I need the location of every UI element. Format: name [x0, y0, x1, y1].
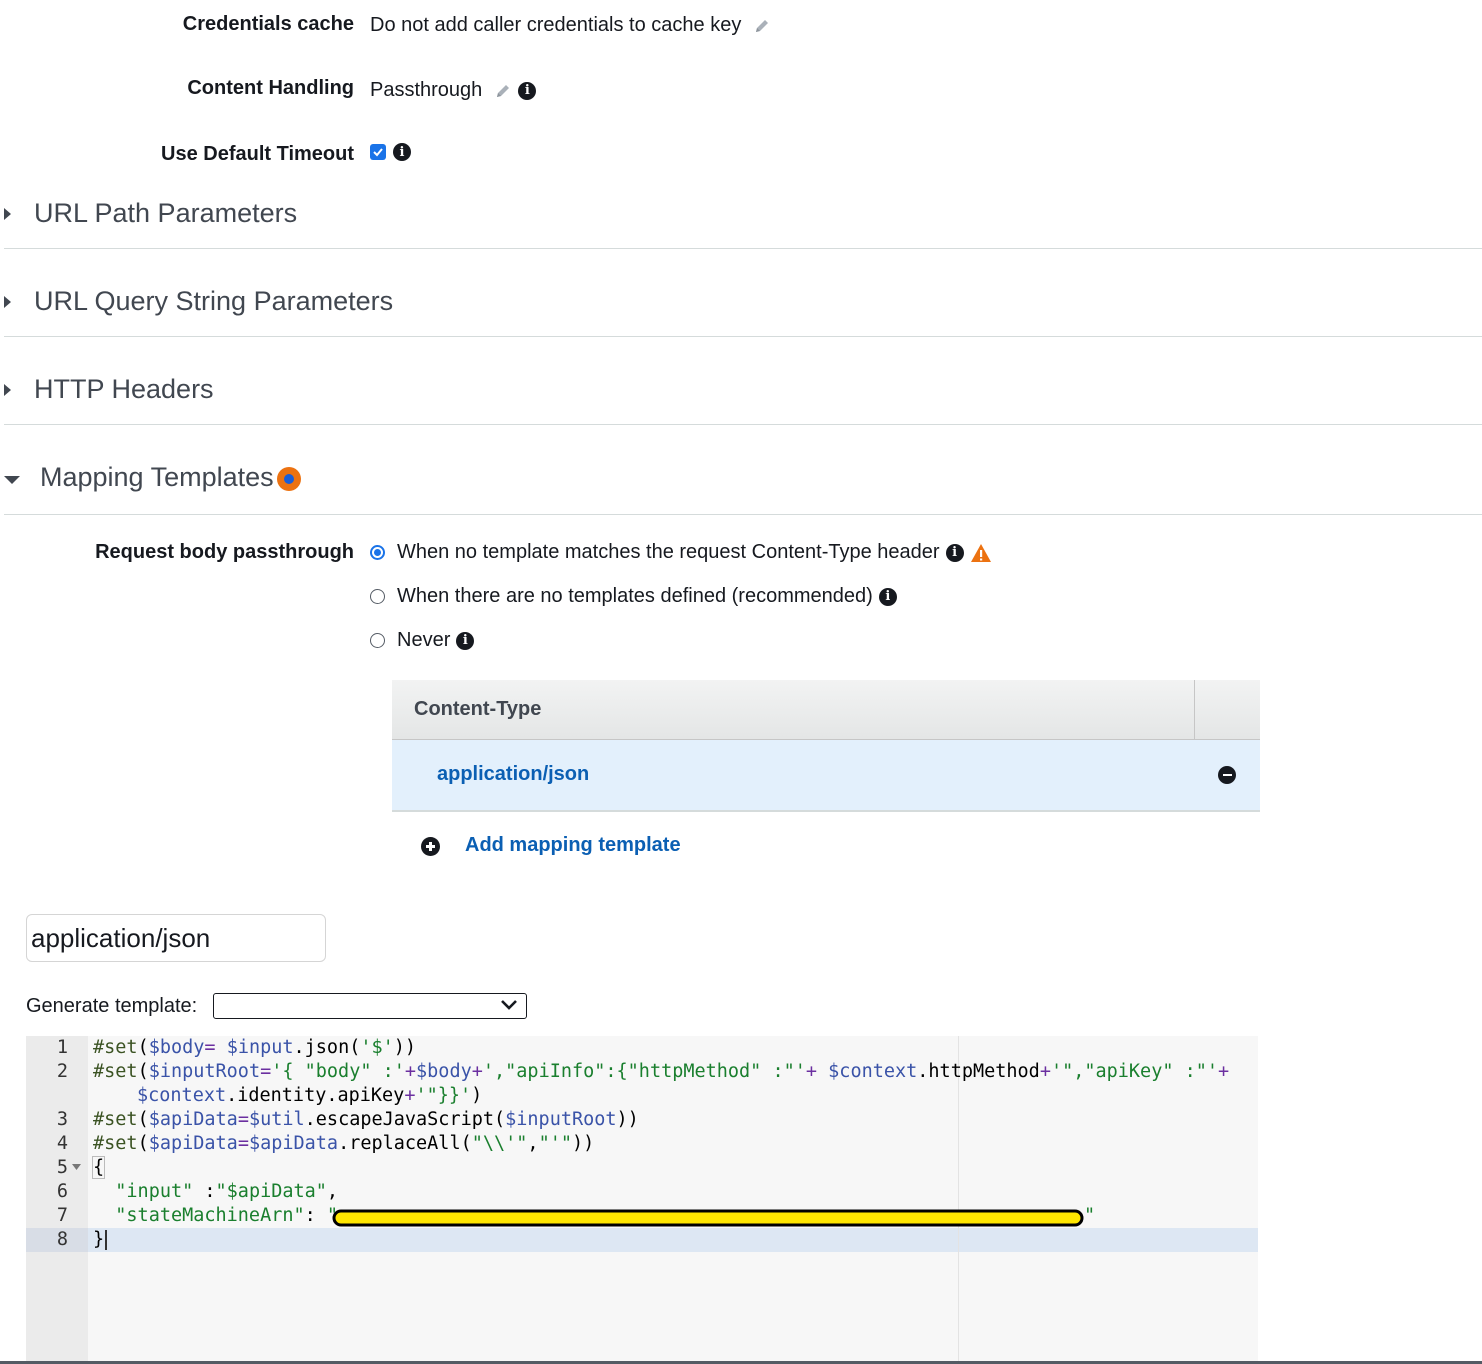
code-line: }: [93, 1228, 107, 1252]
active-line-highlight: [26, 1228, 1258, 1252]
option-label: When no template matches the request Con…: [397, 541, 940, 563]
info-icon[interactable]: i: [393, 143, 411, 161]
passthrough-option-never[interactable]: Never i: [370, 629, 475, 652]
caret-down-icon: [4, 476, 20, 484]
fold-arrow-icon[interactable]: [72, 1164, 81, 1170]
line-number: 4: [56, 1133, 68, 1154]
code-line: #set($apiData=$apiData.replaceAll("\\'",…: [93, 1133, 595, 1154]
line-number: 7: [56, 1205, 68, 1226]
pencil-icon[interactable]: [494, 82, 512, 100]
credentials-cache-label: Credentials cache: [182, 13, 354, 35]
content-type-link[interactable]: application/json: [437, 763, 589, 786]
info-icon[interactable]: i: [518, 81, 537, 100]
table-header: Content-Type: [392, 680, 1260, 740]
credentials-cache-value: Do not add caller credentials to cache k…: [370, 14, 771, 37]
column-header-content-type: Content-Type: [414, 698, 542, 720]
add-mapping-template-link[interactable]: Add mapping template: [465, 834, 681, 857]
code-line: $context.identity.apiKey+'"}}'): [137, 1085, 483, 1106]
code-line: {: [91, 1156, 106, 1179]
content-type-input[interactable]: [26, 914, 326, 962]
caret-right-icon: [4, 208, 11, 220]
section-title: URL Path Parameters: [34, 198, 298, 228]
default-timeout-checkbox[interactable]: [370, 144, 386, 160]
line-number: 5: [56, 1157, 68, 1178]
remove-icon[interactable]: [1218, 766, 1236, 784]
section-url-query[interactable]: URL Query String Parameters: [4, 278, 1482, 337]
code-line: #set($body= $input.json('$')): [93, 1037, 417, 1058]
print-margin: [958, 1036, 959, 1364]
passthrough-option-no-match[interactable]: When no template matches the request Con…: [370, 541, 992, 564]
generate-template-select[interactable]: [213, 993, 527, 1019]
pencil-icon[interactable]: [753, 17, 771, 35]
line-number: 1: [56, 1037, 68, 1058]
passthrough-label: Request body passthrough: [95, 541, 354, 563]
section-title: URL Query String Parameters: [34, 286, 394, 316]
table-row[interactable]: application/json: [392, 740, 1260, 812]
section-title: HTTP Headers: [34, 374, 214, 404]
passthrough-option-no-templates[interactable]: When there are no templates defined (rec…: [370, 585, 897, 608]
default-timeout-label: Use Default Timeout: [161, 143, 354, 165]
code-line: #set($apiData=$util.escapeJavaScript($in…: [93, 1109, 639, 1130]
modified-indicator-icon: [277, 467, 301, 491]
caret-right-icon: [4, 296, 11, 308]
line-number: 8: [56, 1229, 68, 1250]
section-title: Mapping Templates: [40, 462, 274, 492]
text-cursor: [105, 1230, 107, 1250]
option-label: Never: [397, 629, 451, 651]
code-line: #set($inputRoot='{ "body" :'+$body+',"ap…: [93, 1061, 1230, 1082]
code-editor[interactable]: 1 2 3 4 5 6 7 8 #set($body= $input.json(…: [26, 1036, 1258, 1364]
option-label: When there are no templates defined (rec…: [397, 585, 873, 607]
warning-icon: [970, 543, 991, 562]
content-handling-label: Content Handling: [187, 77, 354, 99]
line-number: 3: [56, 1109, 68, 1130]
line-number: 6: [56, 1181, 68, 1202]
code-line: "input" :"$apiData",: [115, 1181, 339, 1202]
content-handling-value: Passthrough i: [370, 79, 537, 102]
default-timeout-value: i: [370, 143, 411, 161]
section-mapping-templates[interactable]: Mapping Templates: [4, 454, 1482, 515]
section-http-headers[interactable]: HTTP Headers: [4, 366, 1482, 425]
content-handling-text: Passthrough: [370, 79, 483, 101]
line-number: 2: [56, 1061, 68, 1082]
info-icon[interactable]: i: [456, 631, 475, 650]
generate-template-label: Generate template:: [26, 995, 198, 1017]
chevron-down-icon: [501, 1000, 517, 1010]
check-icon: [373, 148, 383, 157]
code-line-end: ": [1084, 1205, 1096, 1226]
radio-unselected[interactable]: [370, 633, 385, 648]
info-icon[interactable]: i: [945, 543, 964, 562]
section-url-path[interactable]: URL Path Parameters: [4, 190, 1482, 249]
column-divider: [1194, 680, 1195, 739]
add-icon[interactable]: [421, 837, 440, 856]
caret-right-icon: [4, 384, 11, 396]
radio-unselected[interactable]: [370, 589, 385, 604]
redaction-mark: [332, 1209, 1084, 1227]
credentials-cache-text: Do not add caller credentials to cache k…: [370, 14, 742, 36]
content-type-table: Content-Type application/json: [392, 680, 1260, 812]
info-icon[interactable]: i: [878, 587, 897, 606]
radio-selected[interactable]: [370, 545, 385, 560]
code-line: "stateMachineArn": ": [115, 1205, 339, 1226]
